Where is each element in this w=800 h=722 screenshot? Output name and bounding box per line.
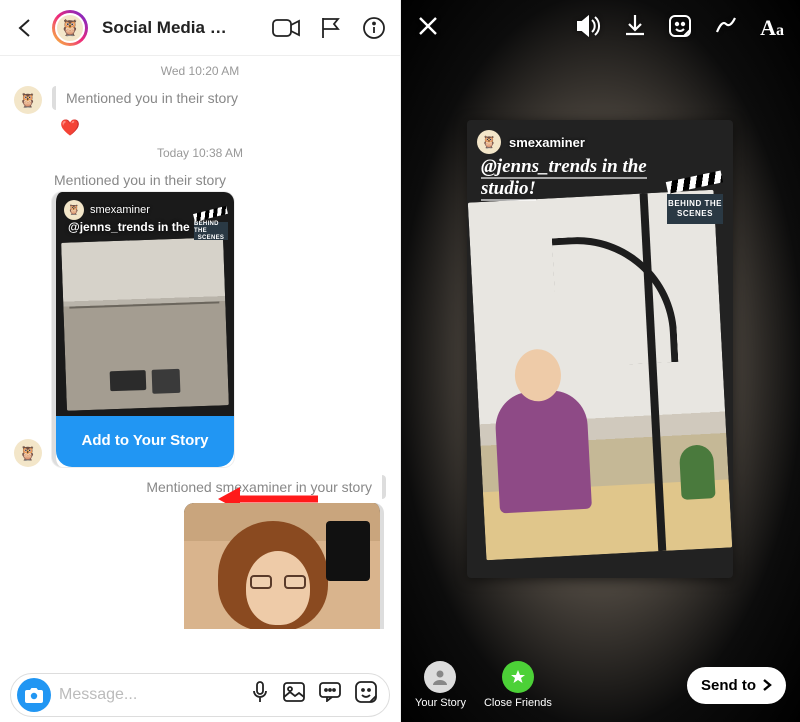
story-avatar: 🦉	[64, 200, 84, 220]
outgoing-story-thumb[interactable]	[184, 503, 384, 629]
dm-thread: Wed 10:20 AM 🦉 Mentioned you in their st…	[0, 56, 400, 666]
video-call-button[interactable]	[272, 17, 300, 39]
behind-the-scenes-sticker: BEHIND THE SCENES	[667, 182, 723, 224]
voice-icon[interactable]	[251, 681, 269, 708]
flag-button[interactable]	[320, 16, 342, 40]
heart-reaction[interactable]: ❤️	[60, 118, 386, 138]
sticker-icon[interactable]	[355, 681, 377, 708]
info-button[interactable]	[362, 16, 386, 40]
text-tool-icon[interactable]: Aa	[760, 15, 784, 41]
add-to-story-button[interactable]: Add to Your Story	[56, 416, 234, 467]
reshare-caption: @jenns_trends in the studio!	[481, 156, 683, 200]
draw-tool-icon[interactable]	[714, 14, 738, 43]
chevron-right-icon	[762, 678, 772, 692]
story-editor-screen: Aa 🦉 smexaminer @jenns_trends in the stu…	[401, 0, 800, 722]
reshare-avatar: 🦉	[477, 130, 501, 154]
sound-icon[interactable]	[576, 14, 602, 43]
timestamp: Wed 10:20 AM	[14, 64, 386, 78]
mention-text: Mentioned you in their story	[54, 168, 386, 192]
reshared-story[interactable]: 🦉 smexaminer @jenns_trends in the studio…	[467, 120, 733, 578]
story-mention-block: 🦉 🦉 smexaminer @jenns_trends in the BEHI	[14, 192, 386, 467]
mention-text[interactable]: Mentioned you in their story	[52, 86, 248, 110]
editor-bottom-bar: Your Story Close Friends Send to	[401, 648, 800, 722]
dm-screen: 🦉 Social Media … Wed 10:20 AM 🦉 Mentione…	[0, 0, 401, 722]
editor-canvas[interactable]: 🦉 smexaminer @jenns_trends in the studio…	[401, 56, 800, 648]
sticker-tool-icon[interactable]	[668, 14, 692, 43]
editor-toolbar: Aa	[401, 0, 800, 56]
close-friends-button[interactable]: Close Friends	[484, 661, 552, 709]
message-input[interactable]: Message...	[59, 686, 243, 704]
composer-pill: Message...	[10, 673, 390, 717]
chat-avatar[interactable]: 🦉	[52, 10, 88, 46]
quick-reply-icon[interactable]	[319, 682, 341, 707]
dm-header: 🦉 Social Media …	[0, 0, 400, 56]
sender-avatar[interactable]: 🦉	[14, 86, 42, 114]
sender-avatar[interactable]: 🦉	[14, 439, 42, 467]
incoming-message: 🦉 Mentioned you in their story	[14, 86, 386, 114]
timestamp: Today 10:38 AM	[14, 146, 386, 160]
story-username: smexaminer	[90, 204, 150, 216]
outgoing-mention-text: Mentioned smexaminer in your story	[14, 475, 386, 499]
reshare-username: smexaminer	[509, 135, 585, 150]
back-button[interactable]	[14, 16, 38, 40]
close-button[interactable]	[417, 15, 439, 42]
camera-button[interactable]	[17, 678, 51, 712]
message-composer: Message...	[0, 666, 400, 722]
behind-the-scenes-sticker: BEHIND THE SCENES	[194, 214, 228, 240]
gallery-icon[interactable]	[283, 682, 305, 707]
story-card[interactable]: 🦉 smexaminer @jenns_trends in the BEHIND…	[52, 192, 234, 467]
save-icon[interactable]	[624, 14, 646, 43]
your-story-button[interactable]: Your Story	[415, 661, 466, 709]
story-preview[interactable]: 🦉 smexaminer @jenns_trends in the BEHIND…	[56, 192, 234, 416]
avatar-icon: 🦉	[55, 13, 85, 43]
send-to-button[interactable]: Send to	[687, 667, 786, 704]
chat-title[interactable]: Social Media …	[102, 18, 258, 38]
